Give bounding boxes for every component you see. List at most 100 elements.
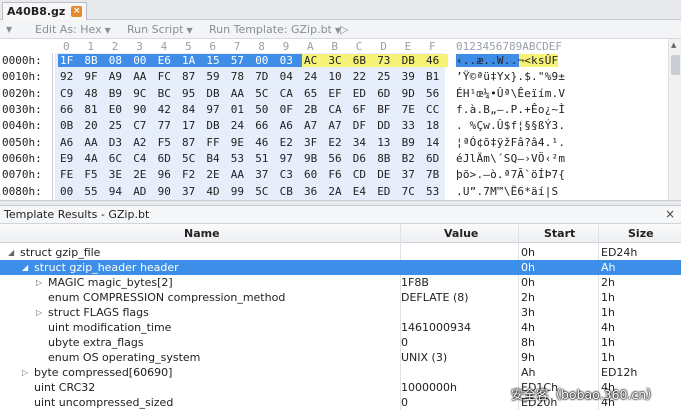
hex-byte[interactable]: 08 [106, 54, 132, 67]
col-value[interactable]: Value [444, 227, 478, 240]
hex-byte[interactable]: 53 [426, 185, 445, 198]
close-icon[interactable]: × [71, 6, 83, 17]
hex-byte[interactable]: A6 [280, 119, 299, 132]
hex-byte[interactable]: A9 [109, 70, 128, 83]
hex-byte[interactable]: EF [328, 87, 347, 100]
hex-row[interactable]: 0000h: 1F 8B 08 00 E6 1A 15 57 00 03 AC 3C 6B 73 DB 46 ‹.… [0, 53, 668, 69]
hex-byte[interactable]: B9 [109, 87, 128, 100]
hex-byte[interactable]: 00 [253, 54, 278, 67]
hex-byte[interactable]: 97 [206, 103, 225, 116]
hex-byte[interactable]: E2 [328, 136, 347, 149]
tab-filename[interactable]: A40B8.gz [7, 5, 65, 18]
hex-byte[interactable]: DD [377, 119, 396, 132]
hex-byte[interactable]: 34 [353, 136, 372, 149]
hex-byte[interactable]: FC [158, 70, 177, 83]
hex-byte[interactable]: E2 [280, 136, 299, 149]
hex-byte[interactable]: 66 [255, 119, 274, 132]
hex-byte[interactable]: 13 [377, 136, 396, 149]
run-template-dropdown[interactable]: Run Template: GZip.bt ▼ [209, 23, 341, 36]
hex-row[interactable]: 0030h: 66 81 E0 90 42 84 97 01 50 0F 2B CA 6F BF 7E CC f.… [0, 102, 668, 118]
hex-byte[interactable]: ED [353, 87, 372, 100]
hex-byte[interactable]: 5C [255, 185, 274, 198]
run-icon[interactable]: ▷ [340, 23, 348, 36]
hex-byte[interactable]: 03 [277, 54, 302, 67]
hex-byte[interactable]: B1 [426, 70, 445, 83]
table-row[interactable]: ◢ struct gzip_file 0h ED24h [0, 245, 681, 260]
hex-byte[interactable]: C4 [133, 152, 152, 165]
hex-byte[interactable]: CC [426, 103, 445, 116]
hex-byte[interactable]: AA [84, 136, 103, 149]
hex-byte[interactable]: DE [377, 168, 396, 181]
expand-arrow-icon[interactable]: ▷ [22, 368, 28, 377]
hex-byte[interactable]: 46 [424, 54, 449, 67]
hex-byte[interactable]: A2 [133, 136, 152, 149]
hex-byte[interactable]: F2 [182, 168, 201, 181]
hex-byte[interactable]: A7 [304, 119, 323, 132]
hex-byte[interactable]: 60 [304, 168, 323, 181]
ascii-text[interactable]: . %Çw.Û$f¦§§ßÝ3. [456, 119, 565, 132]
hex-byte[interactable]: C3 [280, 168, 299, 181]
hex-byte[interactable]: 78 [231, 70, 250, 83]
hex-byte[interactable]: 7C [402, 185, 421, 198]
hex-row[interactable]: 0050h: A6 AA D3 A2 F5 87 FF 9E 46 E2 3F E2 34 13 B9 14 ¦ª… [0, 135, 668, 151]
hex-byte[interactable]: AD [133, 185, 152, 198]
hex-byte[interactable]: 77 [158, 119, 177, 132]
ascii-text[interactable]: ¦ªÓ¢õ‡ÿžFâ?â4.¹. [456, 136, 565, 149]
hex-row[interactable]: 0020h: C9 48 B9 9C BC 95 DB AA 5C CA 65 EF ED 6D 9D 56 ÉH… [0, 86, 668, 102]
hex-byte[interactable]: E0 [109, 103, 128, 116]
hex-byte[interactable]: 87 [182, 136, 201, 149]
hex-byte[interactable]: 0F [280, 103, 299, 116]
hex-byte[interactable]: AA [231, 168, 250, 181]
hex-byte[interactable]: 59 [206, 70, 225, 83]
hex-byte[interactable]: BC [158, 87, 177, 100]
hex-byte[interactable]: B2 [402, 152, 421, 165]
edit-as-dropdown[interactable]: Edit As: Hex ▼ [35, 23, 111, 36]
hex-byte[interactable]: 6F [353, 103, 372, 116]
table-row[interactable]: enum COMPRESSION compression_method DEFLA… [0, 290, 681, 305]
hex-byte[interactable]: 56 [426, 87, 445, 100]
hex-byte[interactable]: E6 [155, 54, 180, 67]
hex-byte[interactable]: 65 [304, 87, 323, 100]
hex-byte[interactable]: AC [302, 54, 327, 67]
ascii-text[interactable]: .U”­.7M™\Ë6*äí|S [456, 185, 558, 198]
table-row[interactable]: ▷ struct FLAGS flags 3h 1h [0, 305, 681, 320]
tab-file[interactable]: A40B8.gz × [2, 2, 88, 20]
hex-byte[interactable]: 73 [375, 54, 400, 67]
hex-byte[interactable]: 8B [82, 54, 107, 67]
hex-byte[interactable]: 39 [402, 70, 421, 83]
hex-byte[interactable]: CA [280, 87, 299, 100]
ascii-text[interactable]: ‹..æ..W..¬<ksÛF [456, 54, 559, 67]
hex-byte[interactable]: 90 [158, 185, 177, 198]
hex-byte[interactable]: 94 [109, 185, 128, 198]
hex-byte[interactable]: F6 [328, 168, 347, 181]
hex-byte[interactable]: 4D [206, 185, 225, 198]
hex-byte[interactable]: 50 [255, 103, 274, 116]
ascii-text[interactable]: éJlÄm\´SQ—›VÖ‹²m [456, 152, 565, 165]
hex-byte[interactable]: AA [133, 70, 152, 83]
hex-byte[interactable]: 17 [182, 119, 201, 132]
hex-byte[interactable]: 5C [182, 152, 201, 165]
hex-byte[interactable]: F5 [158, 136, 177, 149]
ascii-text[interactable]: ÉH¹œ¼•Ûª\Êeïím.V [456, 87, 565, 100]
hex-byte[interactable]: 6C [109, 152, 128, 165]
hex-byte[interactable]: 46 [255, 136, 274, 149]
hex-byte[interactable]: 04 [280, 70, 299, 83]
hex-byte[interactable]: 24 [231, 119, 250, 132]
hex-byte[interactable]: 81 [84, 103, 103, 116]
hex-byte[interactable]: 00 [131, 54, 156, 67]
hex-byte[interactable]: 2A [328, 185, 347, 198]
hex-byte[interactable]: DF [353, 119, 372, 132]
hex-byte[interactable]: 84 [182, 103, 201, 116]
hex-byte[interactable]: 2E [133, 168, 152, 181]
hex-byte[interactable]: 51 [255, 152, 274, 165]
hex-row[interactable]: 0070h: FE F5 3E 2E 96 F2 2E AA 37 C3 60 F6 CD DE 37 7B þõ… [0, 167, 668, 183]
ascii-text[interactable]: ’Ÿ©ªü‡Yx}.$."%9± [456, 70, 565, 83]
expand-arrow-icon[interactable]: ▷ [36, 308, 42, 317]
hex-byte[interactable]: C9 [60, 87, 79, 100]
hex-byte[interactable]: 99 [231, 185, 250, 198]
hex-byte[interactable]: 22 [353, 70, 372, 83]
hex-byte[interactable]: FE [60, 168, 79, 181]
hex-byte[interactable]: 01 [231, 103, 250, 116]
hex-byte[interactable]: 36 [304, 185, 323, 198]
hex-byte[interactable]: 57 [228, 54, 254, 67]
